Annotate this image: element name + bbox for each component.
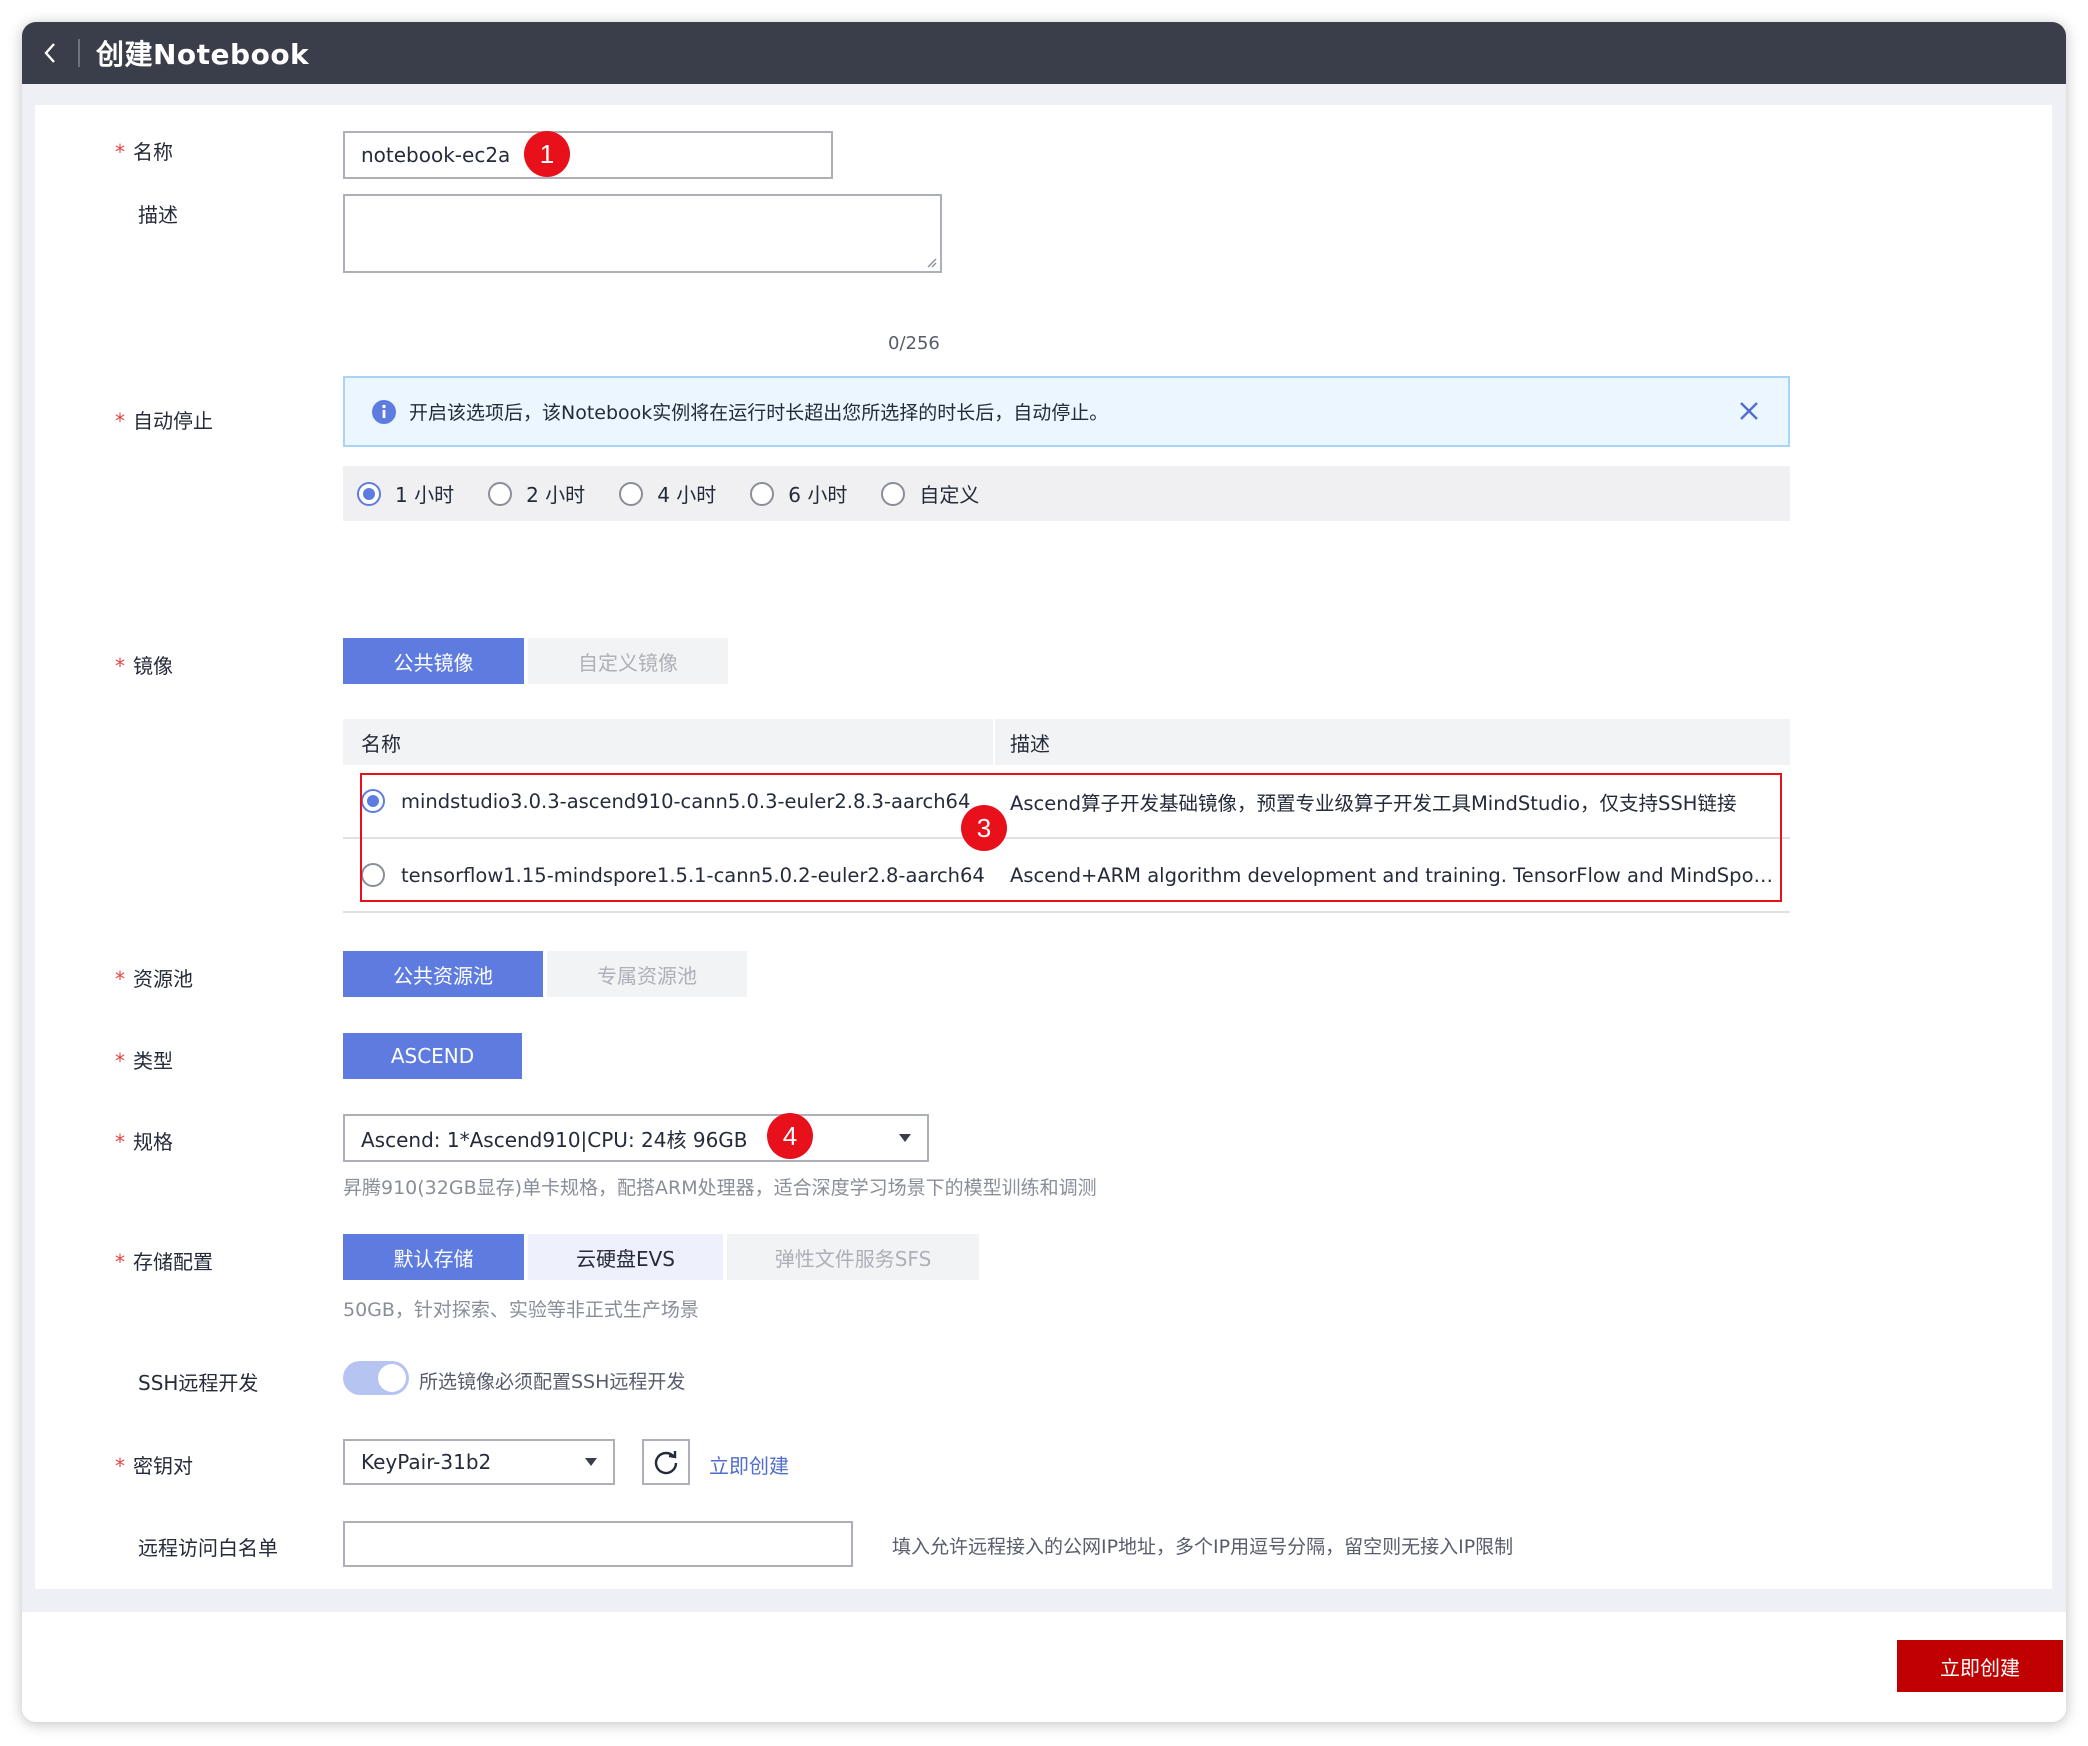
type-label: * 类型: [115, 1049, 173, 1073]
flavor-select[interactable]: Ascend: 1*Ascend910|CPU: 24核 96GB: [343, 1114, 929, 1162]
tab-public-image[interactable]: 公共镜像: [343, 638, 524, 684]
table-header: 名称 描述: [343, 719, 1790, 765]
title-bar: 创建Notebook: [22, 22, 2066, 84]
flavor-label: * 规格: [115, 1130, 173, 1154]
flavor-hint: 昇腾910(32GB显存)单卡规格，配搭ARM处理器，适合深度学习场景下的模型训…: [343, 1177, 1097, 1199]
storage-hint: 50GB，针对探索、实验等非正式生产场景: [343, 1299, 699, 1321]
tab-sfs[interactable]: 弹性文件服务SFS: [727, 1234, 979, 1280]
type-tabs: ASCEND: [343, 1033, 526, 1079]
storage-tabs: 默认存储 云硬盘EVS 弹性文件服务SFS: [343, 1234, 983, 1280]
radio-1-hour[interactable]: 1 小时: [357, 479, 454, 508]
annotation-highlight-box: [360, 773, 1782, 902]
close-icon[interactable]: [1738, 400, 1760, 422]
whitelist-input[interactable]: [343, 1521, 853, 1567]
tab-dedicated-pool[interactable]: 专属资源池: [547, 951, 747, 997]
info-icon: [372, 399, 396, 424]
radio-6-hours[interactable]: 6 小时: [750, 479, 847, 508]
chevron-left-icon: [44, 43, 55, 63]
name-label: * 名称: [115, 140, 173, 164]
keypair-label: * 密钥对: [115, 1454, 193, 1478]
description-label: 描述: [138, 203, 178, 227]
footer-bar: 立即创建: [22, 1612, 2066, 1722]
back-button[interactable]: [22, 22, 78, 84]
auto-stop-duration-group: 1 小时 2 小时 4 小时 6 小时 自定义: [343, 466, 1790, 521]
whitelist-label: 远程访问白名单: [138, 1536, 278, 1560]
resize-grip-icon[interactable]: [925, 256, 937, 268]
create-keypair-link[interactable]: 立即创建: [709, 1450, 789, 1479]
tab-public-pool[interactable]: 公共资源池: [343, 951, 543, 997]
page-title: 创建Notebook: [96, 38, 310, 71]
resource-pool-label: * 资源池: [115, 967, 193, 991]
image-tabs: 公共镜像 自定义镜像: [343, 638, 732, 684]
name-input[interactable]: notebook-ec2a: [343, 131, 833, 179]
radio-2-hours[interactable]: 2 小时: [488, 479, 585, 508]
create-now-button[interactable]: 立即创建: [1897, 1640, 2063, 1692]
description-counter: 0/256: [888, 333, 940, 354]
storage-label: * 存储配置: [115, 1250, 213, 1274]
form-card: *名称 notebook-ec2a 1 描述 0/256 *自动停止 2 开启该…: [35, 105, 2052, 1589]
tab-custom-image[interactable]: 自定义镜像: [528, 638, 728, 684]
toggle-knob: [378, 1364, 406, 1392]
ssh-toggle: [343, 1361, 409, 1395]
radio-custom[interactable]: 自定义: [881, 479, 979, 508]
column-divider: [993, 719, 995, 765]
column-header-name: 名称: [361, 731, 401, 756]
alert-text: 开启该选项后，该Notebook实例将在运行时长超出您所选择的时长后，自动停止。: [409, 402, 1109, 424]
annotation-badge-4: 4: [767, 1113, 813, 1159]
radio-checked-icon: [357, 481, 381, 506]
resource-pool-tabs: 公共资源池 专属资源池: [343, 951, 751, 997]
ssh-label: SSH远程开发: [138, 1371, 259, 1395]
ssh-hint: 所选镜像必须配置SSH远程开发: [419, 1371, 686, 1393]
description-textarea[interactable]: [343, 194, 942, 273]
refresh-keypair-button[interactable]: [642, 1439, 690, 1485]
caret-down-icon: [585, 1458, 597, 1466]
annotation-badge-3: 3: [961, 805, 1007, 851]
caret-down-icon: [899, 1134, 911, 1142]
radio-4-hours[interactable]: 4 小时: [619, 479, 716, 508]
refresh-icon: [654, 1451, 678, 1475]
auto-stop-label: * 自动停止: [115, 409, 213, 433]
radio-unchecked-icon: [619, 481, 644, 506]
tab-default-storage[interactable]: 默认存储: [343, 1234, 524, 1280]
whitelist-hint: 填入允许远程接入的公网IP地址，多个IP用逗号分隔，留空则无接入IP限制: [892, 1536, 1514, 1558]
auto-stop-info-alert: 开启该选项后，该Notebook实例将在运行时长超出您所选择的时长后，自动停止。: [343, 376, 1790, 447]
title-separator: [78, 39, 80, 67]
radio-unchecked-icon: [881, 481, 906, 506]
tab-evs[interactable]: 云硬盘EVS: [528, 1234, 723, 1280]
annotation-badge-1: 1: [524, 131, 570, 177]
column-header-desc: 描述: [1010, 731, 1050, 756]
keypair-select[interactable]: KeyPair-31b2: [343, 1439, 615, 1485]
tab-ascend[interactable]: ASCEND: [343, 1033, 522, 1079]
window: 创建Notebook * 名称 notebook-ec2a 1 描述 0/256 …: [22, 22, 2066, 1722]
radio-unchecked-icon: [488, 481, 513, 506]
image-label: * 镜像: [115, 654, 173, 678]
radio-unchecked-icon: [750, 481, 775, 506]
